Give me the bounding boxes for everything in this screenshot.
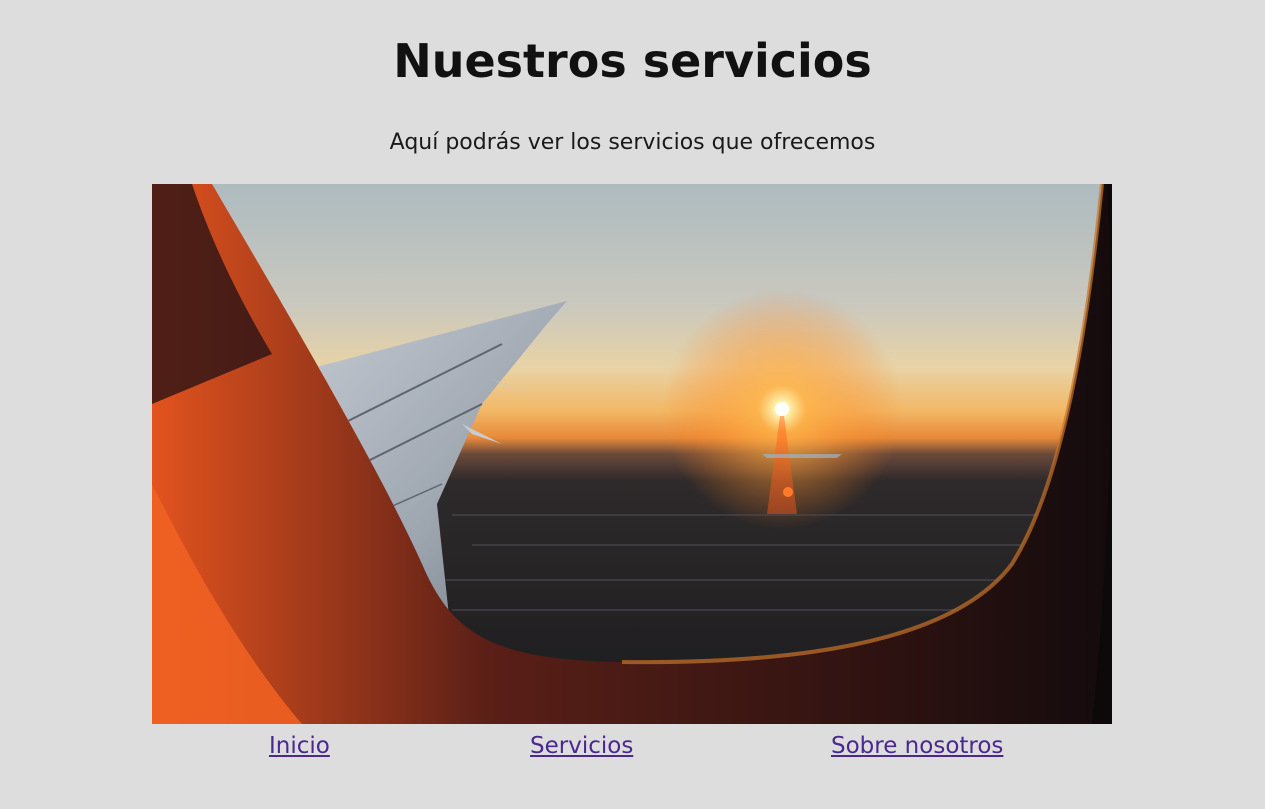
airplane-window-sunset-photo: [152, 184, 1112, 724]
page-subtitle: Aquí podrás ver los servicios que ofrece…: [389, 130, 876, 155]
nav-link-servicios[interactable]: Servicios: [530, 733, 633, 759]
page-title: Nuestros servicios: [393, 34, 872, 88]
nav-link-sobre-nosotros[interactable]: Sobre nosotros: [831, 733, 1003, 759]
footer-nav: Inicio Servicios Sobre nosotros: [0, 733, 1265, 765]
nav-link-inicio[interactable]: Inicio: [269, 733, 330, 759]
page: Nuestros servicios Aquí podrás ver los s…: [0, 0, 1265, 809]
hero-image: [152, 184, 1112, 724]
